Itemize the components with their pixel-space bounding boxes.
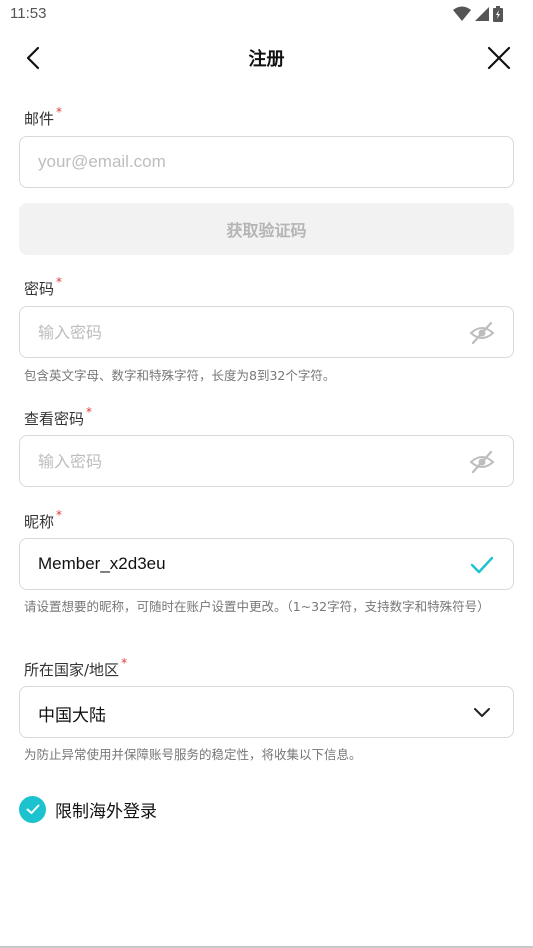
signal-icon [475, 7, 489, 21]
required-mark: * [56, 105, 63, 119]
nickname-hint: 请设置想要的昵称，可随时在账户设置中更改。（1~32字符，支持数字和特殊符号） [24, 599, 490, 614]
nickname-valid-indicator [469, 552, 495, 578]
password-label-text: 密码 [24, 280, 55, 298]
confirm-password-field [19, 435, 514, 487]
required-mark: * [86, 405, 93, 419]
confirm-password-input[interactable] [38, 436, 453, 486]
chevron-down-icon [474, 708, 490, 717]
country-label: 所在国家/地区 * [24, 656, 128, 680]
confirm-password-label-text: 查看密码 [24, 410, 85, 428]
battery-icon [493, 6, 503, 22]
confirm-password-visibility-toggle[interactable] [469, 449, 495, 475]
nickname-field[interactable]: Member_x2d3eu [19, 538, 514, 590]
required-mark: * [121, 656, 128, 670]
email-input[interactable] [38, 137, 453, 187]
required-mark: * [56, 508, 63, 522]
email-label-text: 邮件 [24, 110, 55, 128]
restrict-overseas-label: 限制海外登录 [55, 801, 157, 822]
password-hint: 包含英文字母、数字和特殊字符，长度为8到32个字符。 [24, 368, 336, 383]
close-icon [487, 46, 511, 70]
checkbox-checked[interactable] [19, 795, 46, 823]
header-bar: 注册 [0, 30, 533, 86]
password-input[interactable] [38, 307, 453, 357]
password-visibility-toggle[interactable] [469, 320, 495, 346]
eye-off-icon [469, 321, 495, 345]
checkmark-icon [470, 556, 494, 574]
nickname-label: 昵称 * [24, 508, 63, 532]
confirm-password-label: 查看密码 * [24, 405, 93, 429]
country-select[interactable]: 中国大陆 [19, 686, 514, 738]
status-bar: 11:53 [0, 0, 533, 30]
country-dropdown-toggle[interactable] [469, 700, 495, 726]
email-field [19, 136, 514, 188]
email-label: 邮件 * [24, 105, 63, 129]
wifi-icon [453, 6, 471, 21]
nickname-label-text: 昵称 [24, 513, 55, 531]
country-hint: 为防止异常使用并保障账号服务的稳定性，将收集以下信息。 [24, 747, 362, 762]
country-value: 中国大陆 [38, 706, 106, 726]
password-field [19, 306, 514, 358]
status-icons [453, 6, 503, 22]
close-button[interactable] [483, 42, 515, 74]
checkmark-icon [26, 804, 39, 814]
password-label: 密码 * [24, 275, 63, 299]
required-mark: * [56, 275, 63, 289]
eye-off-icon [469, 450, 495, 474]
restrict-overseas-checkbox[interactable]: 限制海外登录 [19, 795, 157, 823]
get-code-button[interactable]: 获取验证码 [19, 203, 514, 255]
page-title: 注册 [248, 49, 285, 70]
status-time: 11:53 [10, 5, 47, 22]
country-label-text: 所在国家/地区 [24, 661, 120, 679]
nickname-value[interactable]: Member_x2d3eu [38, 554, 166, 574]
